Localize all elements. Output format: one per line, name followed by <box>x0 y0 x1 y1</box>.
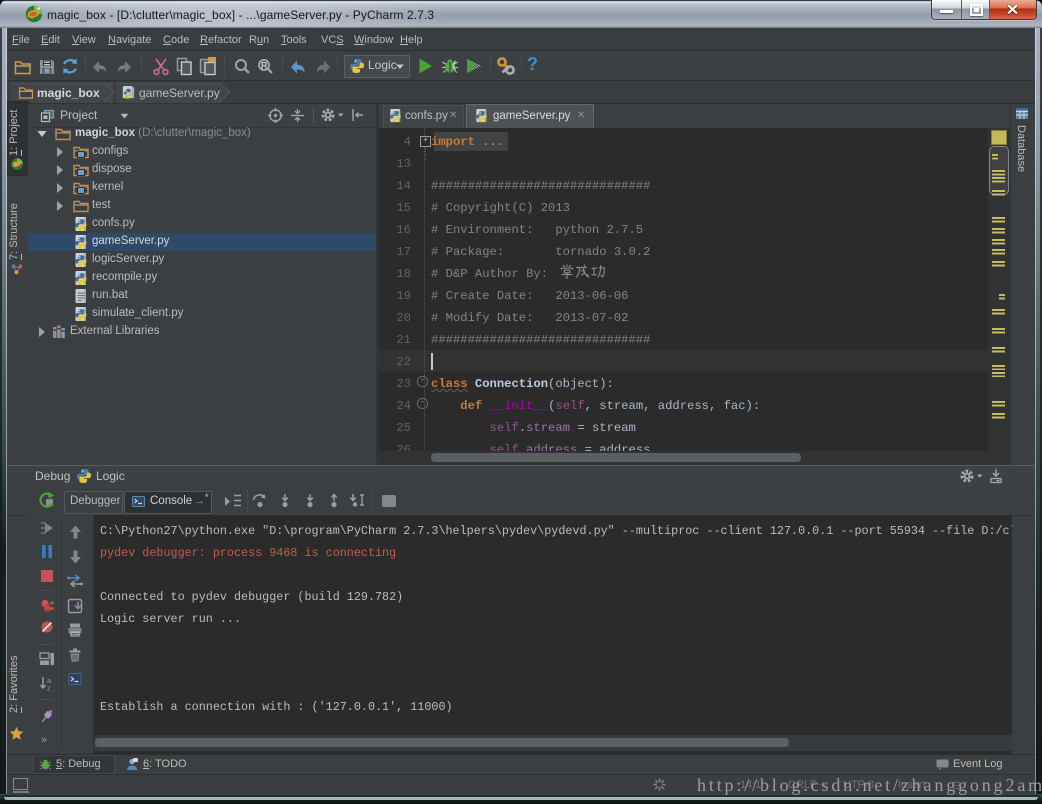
svg-text:R: R <box>261 61 268 71</box>
svg-text:z: z <box>47 684 51 693</box>
